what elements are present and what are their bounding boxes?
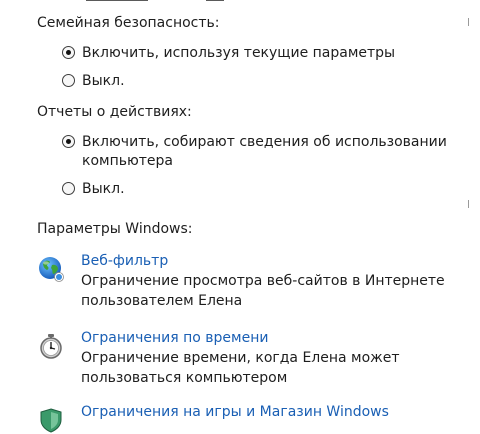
radio-button[interactable]: [62, 182, 75, 195]
games-store-item: Ограничения на игры и Магазин Windows: [37, 402, 389, 434]
radio-label: Выкл.: [82, 73, 125, 89]
time-limits-item: Ограничения по времени Ограничение време…: [37, 328, 461, 388]
windows-settings-label: Параметры Windows:: [37, 221, 193, 237]
family-safety-label: Семейная безопасность:: [37, 15, 220, 31]
web-filter-item: Веб-фильтр Ограничение просмотра веб-сай…: [37, 251, 461, 311]
family-safety-on-radio[interactable]: Включить, используя текущие параметры: [62, 44, 395, 63]
pane-divider-mark: [468, 18, 469, 26]
globe-icon: [39, 257, 64, 282]
radio-label: Включить, собирают сведения об использов…: [82, 134, 447, 169]
radio-label: Включить, используя текущие параметры: [82, 45, 396, 61]
shield-icon: [40, 408, 62, 433]
family-safety-off-radio[interactable]: Выкл.: [62, 72, 125, 91]
radio-button[interactable]: [62, 74, 75, 87]
clipped-heading: [86, 0, 246, 3]
radio-button-checked[interactable]: [62, 135, 75, 148]
radio-label: Выкл.: [82, 181, 125, 197]
pane-divider-mark: [468, 200, 469, 208]
activity-reports-off-radio[interactable]: Выкл.: [62, 180, 125, 199]
time-limits-description: Ограничение времени, когда Елена может п…: [81, 350, 400, 386]
time-limits-link[interactable]: Ограничения по времени: [81, 328, 461, 348]
web-filter-link[interactable]: Веб-фильтр: [81, 251, 461, 271]
activity-reports-on-radio[interactable]: Включить, собирают сведения об использов…: [62, 133, 462, 171]
games-store-link[interactable]: Ограничения на игры и Магазин Windows: [81, 402, 389, 422]
web-filter-description: Ограничение просмотра веб-сайтов в Интер…: [81, 273, 445, 309]
activity-reports-label: Отчеты о действиях:: [37, 104, 192, 120]
stopwatch-icon: [40, 334, 62, 359]
radio-button-checked[interactable]: [62, 46, 75, 59]
